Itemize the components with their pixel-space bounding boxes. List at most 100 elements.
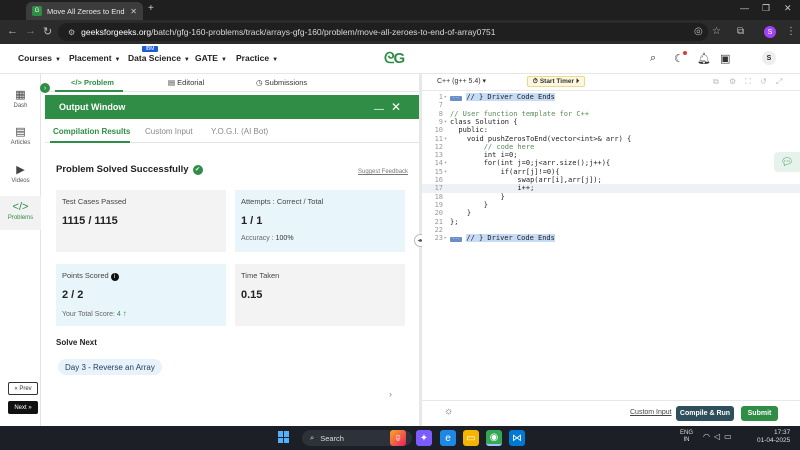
fold-toggle-icon[interactable]: ▸ <box>444 93 449 101</box>
code-line[interactable]: 8 // User function template for C++ <box>422 110 800 118</box>
chevron-down-icon: ▼ <box>272 57 279 63</box>
code-text: // User function template for C++ <box>450 109 590 118</box>
code-line[interactable]: 14 ▾ for(int j=0;j<arr.size();j++){ <box>422 159 800 167</box>
code-line[interactable]: 13 int i=0; <box>422 151 800 159</box>
settings-icon[interactable]: ⚙ <box>729 77 736 86</box>
file-explorer-icon[interactable]: ▭ <box>463 430 479 446</box>
chevron-right-icon[interactable]: › <box>389 389 392 399</box>
system-tray[interactable]: ◠◁▭ <box>703 432 736 441</box>
code-text: void pushZerosToEnd(vector<int>& arr) { <box>450 134 632 143</box>
address-bar[interactable]: ⚙ geeksforgeeks.org/batch/gfg-160-proble… <box>58 23 708 41</box>
extensions-icon[interactable]: ⧉ <box>737 26 744 37</box>
chrome-icon[interactable]: ◉ <box>486 430 502 446</box>
code-line[interactable]: 17 i++; <box>422 184 800 193</box>
fullscreen-icon[interactable]: ⛶ <box>745 77 751 87</box>
vscode-icon[interactable]: ⋈ <box>509 430 525 446</box>
browser-menu-icon[interactable]: ⋮ <box>786 26 796 37</box>
browser-profile-avatar[interactable]: S <box>764 26 776 38</box>
code-editor[interactable]: 1 ▸ ··· // } Driver Code Ends 7 8// User fun… <box>422 91 800 396</box>
tab-submissions[interactable]: ◷ Submissions <box>256 78 307 87</box>
fold-toggle-icon[interactable]: ▾ <box>444 135 449 143</box>
tab-yogi-ai-bot[interactable]: Y.O.G.I. (AI Bot) <box>211 127 268 136</box>
suggest-feedback-link[interactable]: Suggest Feedback <box>358 169 408 175</box>
sidebar-item-articles[interactable]: ▤ Articles <box>0 125 41 146</box>
info-icon[interactable]: i <box>110 273 119 281</box>
code-line[interactable]: 23 ▸ ··· // } Driver Code Ends <box>422 234 800 243</box>
user-avatar[interactable]: S <box>762 51 776 65</box>
lightbulb-icon[interactable]: ☼ <box>444 406 453 417</box>
collapsed-region-icon[interactable]: ··· <box>450 96 463 101</box>
sidebar-item-dash[interactable]: ▦ Dash <box>0 88 41 109</box>
submit-button[interactable]: Submit <box>741 406 778 421</box>
code-line[interactable]: 22 <box>422 226 800 234</box>
browser-tab[interactable]: G Move All Zeroes to End | Practi ✕ <box>26 2 143 20</box>
code-line[interactable]: 10 public: <box>422 126 800 134</box>
compile-run-button[interactable]: Compile & Run <box>676 406 734 421</box>
search-icon[interactable]: ⌕ <box>650 52 656 65</box>
reset-icon[interactable]: ↺ <box>760 77 767 86</box>
next-problem-button[interactable]: Next » <box>8 401 38 414</box>
bell-icon[interactable]: 🔔︎ <box>697 52 711 65</box>
fold-toggle-icon[interactable]: ▾ <box>444 159 449 167</box>
tab-compilation-results[interactable]: Compilation Results <box>53 127 130 136</box>
minimize-output-icon[interactable]: — <box>374 104 384 115</box>
menu-placement[interactable]: Placement ▼ <box>69 53 120 63</box>
copilot-icon[interactable]: ✦ <box>416 430 432 446</box>
custom-input-link[interactable]: Custom Input <box>630 409 672 416</box>
code-line[interactable]: 7 <box>422 101 800 109</box>
close-window-icon[interactable]: ✕ <box>784 3 792 14</box>
prev-problem-button[interactable]: « Prev <box>8 382 38 395</box>
reload-icon[interactable]: ↻ <box>43 25 52 38</box>
taskbar-clock[interactable]: 17:37 01-04-2025 <box>757 429 790 445</box>
input-language[interactable]: ENG IN <box>680 430 693 444</box>
fold-toggle-icon[interactable]: ▾ <box>444 168 449 176</box>
tab-problem[interactable]: </> Problem <box>71 78 114 87</box>
menu-data-science[interactable]: Data Science ▼ <box>128 53 190 63</box>
search-highlight-icon[interactable]: 🌷︎ <box>390 430 406 446</box>
active-output-tab-underline <box>50 141 130 143</box>
chat-icon[interactable]: 💬︎ <box>774 152 800 172</box>
code-line[interactable]: 1 ▸ ··· // } Driver Code Ends <box>422 93 800 101</box>
next-problem-chip[interactable]: Day 3 - Reverse an Array <box>58 359 162 375</box>
code-line[interactable]: 19 } <box>422 201 800 209</box>
tab-custom-input[interactable]: Custom Input <box>145 127 193 136</box>
chevron-down-icon: ▼ <box>114 57 121 63</box>
fold-toggle-icon[interactable]: ▾ <box>444 118 449 126</box>
code-line[interactable]: 12 // code here <box>422 143 800 151</box>
edge-icon[interactable]: e <box>440 430 456 446</box>
gfg-logo-icon[interactable]: ᘓG <box>384 50 405 67</box>
fold-toggle-icon[interactable]: ▸ <box>444 234 449 242</box>
tab-close-icon[interactable]: ✕ <box>130 7 137 16</box>
collapse-sidebar-button[interactable]: › <box>40 83 50 93</box>
copy-icon[interactable]: ⧉ <box>713 77 719 87</box>
minimize-window-icon[interactable]: — <box>740 3 749 13</box>
sidebar-item-problems[interactable]: </> Problems <box>0 196 41 230</box>
code-line[interactable]: 16 swap(arr[i],arr[j]); <box>422 176 800 184</box>
bookmark-star-icon[interactable]: ☆ <box>712 26 721 37</box>
menu-practice[interactable]: Practice ▼ <box>236 53 278 63</box>
windows-start-icon[interactable] <box>278 431 290 443</box>
start-timer-button[interactable]: ⏱ Start Timer ⏵ <box>527 76 585 87</box>
close-output-icon[interactable]: ✕ <box>391 100 401 114</box>
cart-icon[interactable]: ▣ <box>720 52 730 65</box>
code-line[interactable]: 20 } <box>422 209 800 217</box>
chevron-down-icon: ▼ <box>220 57 227 63</box>
code-line[interactable]: 18 } <box>422 193 800 201</box>
back-icon[interactable]: ← <box>7 25 18 37</box>
eye-off-icon[interactable]: ◎ <box>694 26 703 37</box>
code-line[interactable]: 15 ▾ if(arr[j]!=0){ <box>422 168 800 176</box>
forward-icon[interactable]: → <box>25 25 36 37</box>
expand-icon[interactable]: ⤢ <box>776 77 782 87</box>
language-select[interactable]: C++ (g++ 5.4) ▾ <box>437 77 486 85</box>
sidebar-item-videos[interactable]: ▶ Videos <box>0 163 41 184</box>
code-line[interactable]: 9 ▾ class Solution { <box>422 118 800 126</box>
code-line[interactable]: 21}; <box>422 218 800 226</box>
new-tab-button[interactable]: + <box>148 3 154 14</box>
tab-editorial[interactable]: ▤ Editorial <box>168 78 204 87</box>
maximize-window-icon[interactable]: ❐ <box>762 3 770 14</box>
code-line[interactable]: 11 ▾ void pushZerosToEnd(vector<int>& arr… <box>422 135 800 143</box>
menu-gate[interactable]: GATE ▼ <box>195 53 227 63</box>
menu-courses[interactable]: Courses ▼ <box>18 53 61 63</box>
site-info-icon[interactable]: ⚙ <box>68 28 75 37</box>
collapsed-region-icon[interactable]: ··· <box>450 237 463 243</box>
